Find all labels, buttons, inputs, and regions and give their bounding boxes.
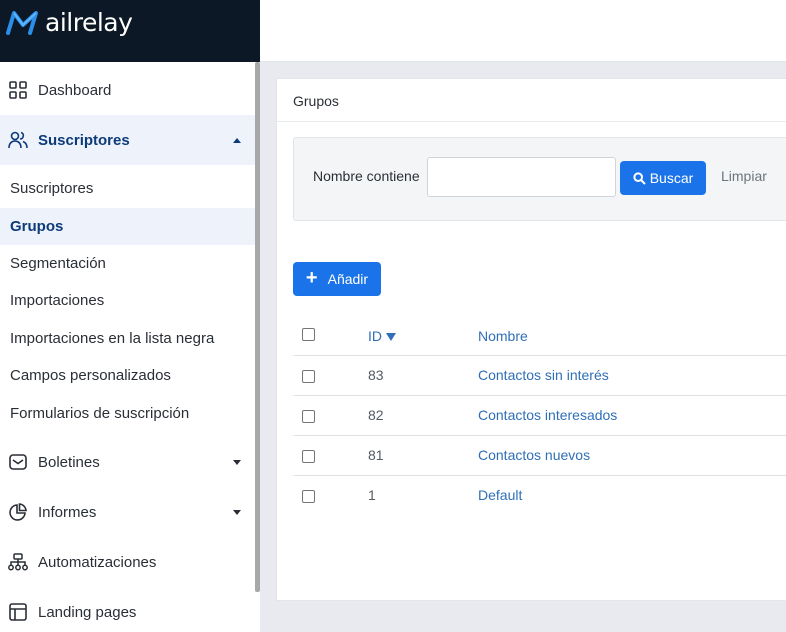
table-row: 1 Default <box>293 476 786 516</box>
search-button-label: Buscar <box>649 170 694 186</box>
groups-card: Grupos Nombre contiene Buscar Limpiar + … <box>276 78 786 601</box>
row-checkbox[interactable] <box>302 370 315 383</box>
logo-text: ailrelay <box>45 8 133 37</box>
mailrelay-logo[interactable]: ailrelay <box>6 8 133 37</box>
add-button-label: Añadir <box>327 271 369 287</box>
row-name-link[interactable]: Contactos interesados <box>478 407 617 423</box>
sidebar-subitem-grupos[interactable]: Grupos <box>0 208 255 245</box>
sidebar-item-label: Informes <box>38 503 97 521</box>
grid-icon <box>8 80 28 100</box>
layout-icon <box>8 602 28 622</box>
name-column-header[interactable]: Nombre <box>478 328 528 344</box>
row-checkbox[interactable] <box>302 450 315 463</box>
chevron-down-icon <box>233 459 241 465</box>
sidebar-subitem-importaciones-lista-negra[interactable]: Importaciones en la lista negra <box>0 320 255 357</box>
row-name-link[interactable]: Default <box>478 487 522 503</box>
sidebar-subitem-importaciones[interactable]: Importaciones <box>0 282 255 319</box>
sitemap-icon <box>8 552 28 572</box>
sidebar-item-label: Automatizaciones <box>38 553 157 571</box>
sidebar-item-boletines[interactable]: Boletines <box>0 437 255 487</box>
sidebar-item-dashboard[interactable]: Dashboard <box>0 65 255 115</box>
search-button[interactable]: Buscar <box>620 161 706 195</box>
logo-bar: ailrelay <box>0 0 260 62</box>
sidebar-subitem-suscriptores[interactable]: Suscriptores <box>0 170 255 207</box>
filter-label: Nombre contiene <box>313 168 420 184</box>
sidebar-item-label: Landing pages <box>38 603 137 621</box>
row-checkbox[interactable] <box>302 410 315 423</box>
table-row: 83 Contactos sin interés <box>293 356 786 396</box>
groups-table: ID Nombre 83 Contactos sin interés 82 Co… <box>293 315 786 516</box>
row-id: 1 <box>368 487 376 503</box>
logo-m-icon <box>6 10 38 35</box>
sidebar-item-label: Dashboard <box>38 81 112 99</box>
name-filter-input[interactable] <box>427 157 616 197</box>
clear-link[interactable]: Limpiar <box>721 168 767 184</box>
sidebar-scrollbar[interactable] <box>255 62 260 592</box>
table-header: ID Nombre <box>293 315 786 356</box>
table-row: 82 Contactos interesados <box>293 396 786 436</box>
plus-icon: + <box>305 267 318 289</box>
add-group-button[interactable]: + Añadir <box>293 262 381 296</box>
row-id: 83 <box>368 367 384 383</box>
sidebar-subitem-segmentacion[interactable]: Segmentación <box>0 245 255 282</box>
divider <box>277 121 786 122</box>
filter-panel: Nombre contiene Buscar Limpiar <box>293 137 786 221</box>
chevron-up-icon <box>233 137 241 143</box>
sidebar-item-informes[interactable]: Informes <box>0 487 255 537</box>
chevron-down-icon <box>233 509 241 515</box>
row-id: 81 <box>368 447 384 463</box>
sidebar-subitem-campos-personalizados[interactable]: Campos personalizados <box>0 357 255 394</box>
row-checkbox[interactable] <box>302 490 315 503</box>
sidebar-subitem-formularios[interactable]: Formularios de suscripción <box>0 395 255 432</box>
breadcrumb: Grupos <box>293 93 339 109</box>
id-column-header[interactable]: ID <box>368 328 396 344</box>
row-id: 82 <box>368 407 384 423</box>
sidebar-item-landing-pages[interactable]: Landing pages <box>0 587 255 632</box>
users-icon <box>8 130 28 150</box>
table-row: 81 Contactos nuevos <box>293 436 786 476</box>
row-name-link[interactable]: Contactos nuevos <box>478 447 590 463</box>
sidebar-item-automatizaciones[interactable]: Automatizaciones <box>0 537 255 587</box>
select-all-checkbox[interactable] <box>302 328 315 341</box>
envelope-icon <box>8 452 28 472</box>
sidebar-item-suscriptores[interactable]: Suscriptores <box>0 115 255 165</box>
pie-chart-icon <box>8 502 28 522</box>
top-header <box>260 0 786 62</box>
sidebar-item-label: Boletines <box>38 453 100 471</box>
sort-desc-icon <box>386 333 396 341</box>
sidebar-item-label: Suscriptores <box>38 131 130 149</box>
row-name-link[interactable]: Contactos sin interés <box>478 367 609 383</box>
search-icon <box>633 171 646 185</box>
id-column-label: ID <box>368 328 382 344</box>
